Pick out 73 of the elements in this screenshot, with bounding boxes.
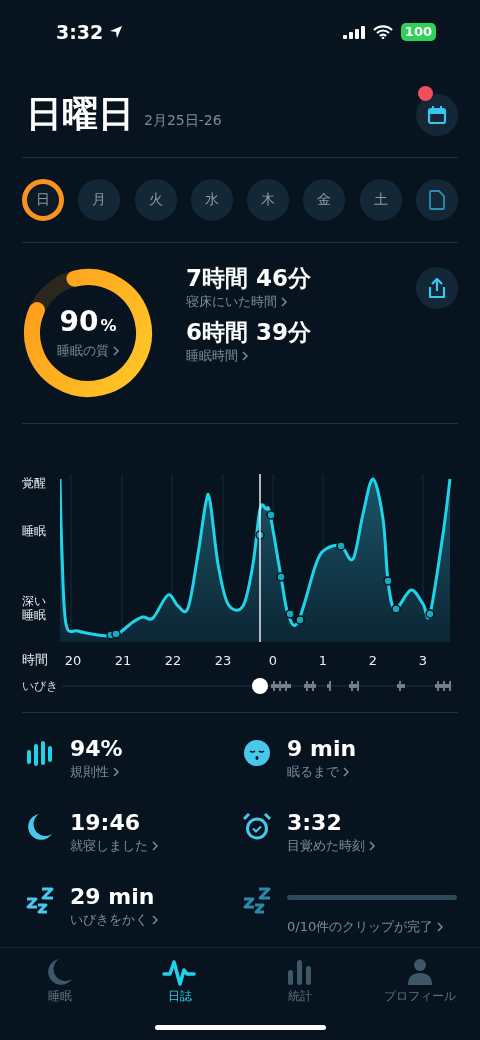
chevron-icon bbox=[113, 767, 119, 777]
chevron-icon bbox=[343, 767, 349, 777]
location-arrow-icon bbox=[109, 25, 124, 39]
calendar-icon bbox=[427, 104, 447, 125]
person-icon bbox=[407, 958, 433, 986]
signal-icon bbox=[342, 25, 365, 39]
x-axis-label: 0 bbox=[267, 652, 279, 668]
stat-link[interactable]: 眠るまで bbox=[287, 763, 349, 781]
quality-percent: 90% bbox=[59, 306, 117, 340]
snore-zzz-icon bbox=[241, 887, 273, 915]
stat-value: 94% bbox=[70, 735, 123, 763]
stat-link[interactable]: 就寝しました bbox=[70, 837, 158, 855]
day-tab[interactable]: 月 bbox=[78, 179, 121, 221]
share-button[interactable] bbox=[416, 267, 458, 309]
sleepy-face-icon bbox=[243, 739, 271, 767]
stat-value: 3:32 bbox=[287, 809, 342, 837]
bar-chart-icon bbox=[287, 958, 313, 986]
date-range: 2月25日-26 bbox=[144, 111, 222, 130]
x-axis-label: 2 bbox=[367, 652, 379, 668]
moon-icon bbox=[27, 813, 53, 841]
x-axis-label: 23 bbox=[213, 652, 233, 668]
stat-value: 19:46 bbox=[70, 809, 141, 837]
day-tab[interactable]: 木 bbox=[247, 179, 290, 221]
document-icon bbox=[428, 190, 445, 210]
day-tab[interactable]: 土 bbox=[359, 179, 402, 221]
status-time: 3:32 bbox=[56, 21, 104, 43]
chevron-icon bbox=[152, 915, 158, 925]
nav-tab[interactable]: 統計 bbox=[240, 948, 360, 1040]
stat-link[interactable]: 規則性 bbox=[70, 763, 119, 781]
day-title: 日曜日 bbox=[26, 92, 134, 136]
alarm-clock-icon bbox=[243, 813, 271, 841]
chevron-icon bbox=[152, 841, 158, 851]
x-axis-title: 時間 bbox=[21, 651, 48, 669]
stat-link[interactable]: 目覚めた時刻 bbox=[287, 837, 375, 855]
x-axis-label: 22 bbox=[163, 652, 183, 668]
snore-label: いびき bbox=[21, 677, 59, 695]
chevron-icon bbox=[437, 922, 444, 932]
nav-tab[interactable]: 睡眠 bbox=[0, 948, 120, 1040]
nav-tab[interactable]: プロフィール bbox=[360, 948, 480, 1040]
y-axis-label: 睡眠 bbox=[22, 524, 47, 538]
duration-link[interactable]: 寝床にいた時間 bbox=[186, 293, 287, 311]
stat-link[interactable]: いびきをかく bbox=[70, 911, 158, 929]
stat-value: 29 min bbox=[70, 883, 155, 911]
moon-icon bbox=[47, 958, 73, 986]
day-tab[interactable]: 水 bbox=[190, 179, 233, 221]
stat-value: 9 min bbox=[287, 735, 357, 763]
x-axis-label: 21 bbox=[113, 652, 133, 668]
duration-value: 7時間 46分 bbox=[186, 264, 312, 293]
wifi-icon bbox=[372, 25, 393, 39]
battery-level: 100 bbox=[400, 23, 436, 41]
calendar-button[interactable] bbox=[416, 93, 458, 136]
bars-icon bbox=[25, 740, 55, 766]
duration-value: 6時間 39分 bbox=[186, 318, 312, 347]
y-axis-label: 深い睡眠 bbox=[22, 594, 47, 622]
y-axis-label: 覚醒 bbox=[22, 476, 47, 490]
day-tab[interactable]: 日 bbox=[22, 179, 64, 221]
snore-zzz-icon bbox=[24, 887, 56, 915]
duration-link[interactable]: 睡眠時間 bbox=[186, 347, 248, 365]
chevron-icon bbox=[113, 346, 119, 356]
share-icon bbox=[427, 277, 447, 299]
chevron-icon bbox=[369, 841, 375, 851]
stat-link[interactable]: 0/10件のクリップが完了 bbox=[287, 918, 444, 936]
pulse-wave-icon bbox=[162, 958, 198, 986]
report-button[interactable] bbox=[415, 179, 458, 221]
chevron-icon bbox=[281, 297, 287, 307]
quality-link[interactable]: 睡眠の質 bbox=[57, 342, 119, 360]
nav-tab[interactable]: 日誌 bbox=[120, 948, 240, 1040]
x-axis-label: 1 bbox=[317, 652, 329, 668]
day-tab[interactable]: 金 bbox=[303, 179, 346, 221]
x-axis-label: 3 bbox=[417, 652, 429, 668]
x-axis-label: 20 bbox=[63, 652, 83, 668]
chevron-icon bbox=[242, 351, 248, 361]
day-tab[interactable]: 火 bbox=[134, 179, 177, 221]
